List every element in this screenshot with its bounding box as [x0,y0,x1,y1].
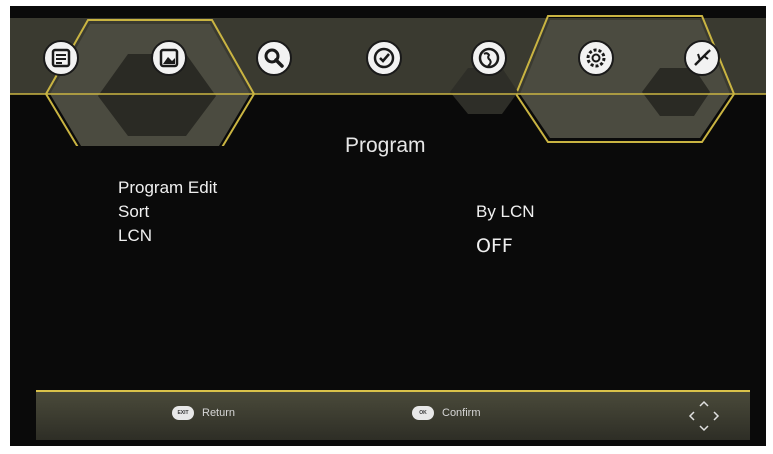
sort-value[interactable]: By LCN [476,202,535,222]
return-label: Return [202,407,236,419]
time-icon[interactable] [366,40,402,76]
program-icon[interactable] [43,40,79,76]
return-hint[interactable]: EXIT Return [172,406,235,420]
search-icon[interactable] [256,40,292,76]
menu-item-lcn[interactable]: LCN [118,226,152,246]
navigation-arrows-icon [688,400,720,432]
usb-icon[interactable] [684,40,720,76]
lcn-value[interactable]: OFF [476,235,513,257]
footer-bar: EXIT Return OK Confirm [36,390,750,440]
top-menu-bar [10,15,766,146]
menu-item-program-edit[interactable]: Program Edit [118,178,217,198]
gear-icon[interactable] [578,40,614,76]
picture-icon[interactable] [151,40,187,76]
page-title: Program [345,134,426,157]
tv-menu-screen: Program Program Edit Sort By LCN LCN OFF… [10,6,766,446]
ok-key-icon: OK [412,406,434,420]
menu-item-sort[interactable]: Sort [118,202,149,222]
globe-icon[interactable] [471,40,507,76]
confirm-hint[interactable]: OK Confirm [412,406,481,420]
confirm-label: Confirm [442,407,481,419]
exit-key-icon: EXIT [172,406,194,420]
